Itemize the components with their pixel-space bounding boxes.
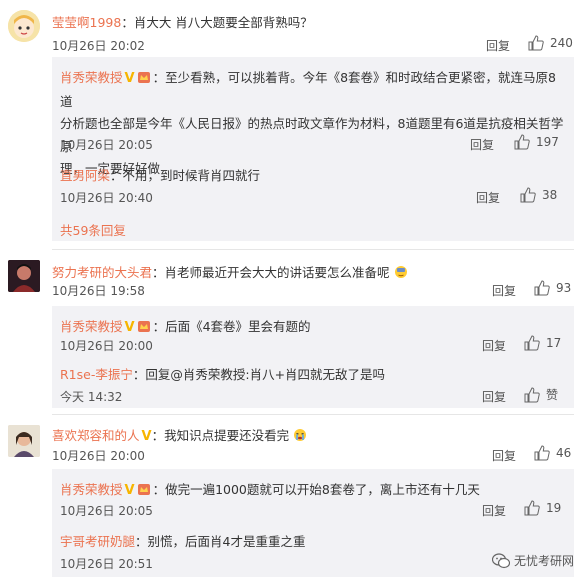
like-count: 93 [556,281,572,295]
reply-body: 宇哥考研奶腿：别慌，后面肖4才是重重之重 [60,531,566,550]
comment-thread: 努力考研的大头君：肖老师最近开会大大的讲话要怎么准备呢 10月26日 19:58… [0,250,584,415]
avatar-image [8,10,40,42]
comment-body: 莹莹啊1998：肖大大 肖八大题要全部背熟吗？ [52,12,313,31]
reply-username[interactable]: 宇哥考研奶腿 [60,534,135,549]
comment-body: 努力考研的大头君：肖老师最近开会大大的讲话要怎么准备呢 [52,262,408,281]
like-count: 197 [536,135,559,149]
like-button[interactable]: 38 [520,187,557,203]
reply-username[interactable]: R1se-李振宁 [60,367,133,382]
reply-body: 肖秀荣教授 V ：做完一遍1000题就可以开始8套卷了，离上市还有十几天 [60,479,566,498]
reply-date: 10月26日 20:05 [60,138,153,152]
reply-text: ：回复@肖秀荣教授:肖八+肖四就无敌了是吗 [132,367,386,382]
reply-username[interactable]: 肖秀荣教授 [60,319,123,334]
comment-thread: 莹莹啊1998：肖大大 肖八大题要全部背熟吗？ 10月26日 20:02 回复 … [0,0,584,250]
reply-button[interactable]: 回复 [492,282,516,299]
reply-button[interactable]: 回复 [492,447,516,464]
like-button[interactable]: 19 [524,500,561,516]
thumbs-up-icon [524,335,540,351]
comment-date: 10月26日 19:58 [52,284,145,298]
avatar[interactable] [8,10,40,42]
reply-username[interactable]: 肖秀荣教授 [60,70,123,85]
comment-username[interactable]: 喜欢郑容和的人 [52,428,140,443]
comment-username[interactable]: 努力考研的大头君 [52,265,152,280]
like-button[interactable]: 93 [534,280,571,296]
like-count: 赞 [546,388,559,402]
reply-date: 10月26日 20:40 [60,191,153,205]
thumbs-up-icon [514,134,530,150]
comment-text: ：肖老师最近开会大大的讲话要怎么准备呢 [152,265,390,280]
more-replies-link[interactable]: 共59条回复 [60,220,126,239]
comment-text: ：肖大大 肖八大题要全部背熟吗？ [121,15,313,30]
reply-button[interactable]: 回复 [476,189,500,206]
like-count: 240 [550,36,573,50]
reply-date: 10月26日 20:51 [60,557,153,571]
reply-button[interactable]: 回复 [486,37,510,54]
thumbs-up-icon [520,187,536,203]
thumbs-up-icon [534,280,550,296]
crown-icon [137,72,150,83]
thumbs-up-icon [524,386,540,402]
comment-username[interactable]: 莹莹啊1998 [52,15,121,30]
verified-badge-icon: V [124,71,135,86]
reply-button[interactable]: 回复 [482,388,506,405]
thumbs-up-icon [534,445,550,461]
reply-date: 今天 14:32 [60,390,123,404]
reply-text: ：别慌，后面肖4才是重重之重 [135,534,306,549]
reply-username[interactable]: 肖秀荣教授 [60,482,123,497]
reply-username[interactable]: 直男阿梁 [60,168,110,183]
verified-badge-icon: V [141,429,152,444]
avatar[interactable] [8,425,40,457]
reply-body: 肖秀荣教授 V ：至少看熟，可以挑着背。今年《8套卷》和时政结合更紧密，就连马原8道… [60,67,566,181]
like-count: 17 [546,336,562,350]
emoji-icon [394,266,407,278]
avatar-image [8,260,40,292]
reply-body: 直男阿梁：不用，到时候背肖四就行 [60,165,566,184]
reply-text: ：做完一遍1000题就可以开始8套卷了，离上市还有十几天 [152,482,480,497]
crying-emoji-icon [294,429,307,441]
like-count: 38 [542,188,558,202]
crown-icon [137,321,150,332]
crown-icon [137,484,150,495]
reply-body: 肖秀荣教授 V ：后面《4套卷》里会有题的 [60,316,566,335]
like-button[interactable]: 赞 [524,386,558,403]
reply-button[interactable]: 回复 [482,502,506,519]
comment-body: 喜欢郑容和的人 V：我知识点提要还没看完 [52,425,307,444]
like-count: 19 [546,501,562,515]
like-button[interactable]: 240 [528,35,573,51]
verified-badge-icon: V [124,483,135,498]
comment-thread: 喜欢郑容和的人 V：我知识点提要还没看完 10月26日 20:00 回复 46 肖… [0,415,584,577]
comment-text: ：我知识点提要还没看完 [151,428,290,443]
reply-body: R1se-李振宁：回复@肖秀荣教授:肖八+肖四就无敌了是吗 [60,364,566,383]
like-button[interactable]: 46 [534,445,571,461]
like-button[interactable]: 17 [524,335,561,351]
verified-badge-icon: V [124,320,135,335]
reply-list: 肖秀荣教授 V ：至少看熟，可以挑着背。今年《8套卷》和时政结合更紧密，就连马原8道… [52,57,574,241]
comment-date: 10月26日 20:02 [52,39,145,53]
reply-button[interactable]: 回复 [482,337,506,354]
reply-date: 10月26日 20:05 [60,504,153,518]
like-button[interactable]: 197 [514,134,559,150]
like-count: 46 [556,446,572,460]
wechat-icon [491,552,510,568]
reply-list: 肖秀荣教授 V ：后面《4套卷》里会有题的 10月26日 20:00 回复 17 R… [52,306,574,408]
watermark-text: 无忧考研网 [513,554,574,568]
watermark: 无忧考研网 [491,552,574,569]
thumbs-up-icon [528,35,544,51]
avatar-image [8,425,40,457]
reply-button[interactable]: 回复 [470,136,494,153]
comment-date: 10月26日 20:00 [52,449,145,463]
reply-date: 10月26日 20:00 [60,339,153,353]
reply-text: ：后面《4套卷》里会有题的 [152,319,311,334]
avatar[interactable] [8,260,40,292]
thumbs-up-icon [524,500,540,516]
reply-text: ：不用，到时候背肖四就行 [110,168,261,183]
